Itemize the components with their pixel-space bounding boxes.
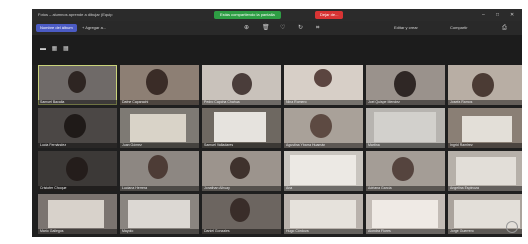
window-title: Fotos – alumnos aprende a dibujar (Equip	[38, 12, 113, 17]
participant-tile[interactable]: Nina Romero	[284, 65, 363, 105]
title-bar: Fotos – alumnos aprende a dibujar (Equip…	[32, 9, 522, 21]
participant-tile[interactable]: Lucia Fernández	[38, 108, 117, 148]
view-bar: ▬ ▦ ▦	[32, 35, 522, 65]
rotate-icon[interactable]: ↻	[298, 21, 303, 35]
participant-tile[interactable]: Ingrid Ramirez	[448, 108, 522, 148]
maximize-icon[interactable]: □	[496, 9, 499, 21]
participant-tile[interactable]: Dafne Caparachi	[120, 65, 199, 105]
participant-tile[interactable]: Alondra Flores	[366, 194, 445, 234]
participant-tile[interactable]: Juan Gómez	[120, 108, 199, 148]
participant-tile[interactable]: Cristofer Choque	[38, 151, 117, 191]
participant-grid: Samuel Bacalla Dafne Caparachi Pedro Cap…	[38, 65, 522, 237]
participant-tile[interactable]: Hugo Córdova	[284, 194, 363, 234]
album-name-button[interactable]: Nombre del álbum	[36, 24, 77, 32]
participant-tile[interactable]: Joel Quispe Mendez	[366, 65, 445, 105]
next-page-chevron-icon[interactable]: ›	[506, 221, 518, 233]
view-mode-icon[interactable]: ▬ ▦ ▦	[40, 45, 71, 52]
favorite-icon[interactable]: ♡	[280, 21, 285, 35]
participant-tile[interactable]: Jonathan Alhuay	[202, 151, 281, 191]
participant-tile[interactable]: Agustina Ybarra Huamán	[284, 108, 363, 148]
participant-tile[interactable]: Angelina Espinoza	[448, 151, 522, 191]
crop-icon[interactable]: ⌗	[316, 21, 319, 35]
zoom-icon[interactable]: ⊕	[244, 21, 249, 35]
participant-tile[interactable]: Mayolo	[120, 194, 199, 234]
add-to-button[interactable]: + Agregar a...	[78, 24, 110, 32]
participant-tile[interactable]: Ana	[284, 151, 363, 191]
share-button[interactable]: Compartir	[450, 21, 468, 35]
participant-tile[interactable]: Mario Gallegos	[38, 194, 117, 234]
participant-tile[interactable]: Pedro Capcha Chahua	[202, 65, 281, 105]
screen: Fotos – alumnos aprende a dibujar (Equip…	[32, 9, 522, 237]
participant-tile[interactable]: Martina	[366, 108, 445, 148]
edit-create-button[interactable]: Editar y crear	[394, 21, 418, 35]
participant-tile[interactable]: Samuel Valladares	[202, 108, 281, 148]
participant-tile[interactable]: Adriana García	[366, 151, 445, 191]
close-icon[interactable]: ✕	[510, 9, 514, 21]
share-status-badge: Estás compartiendo la pantalla	[214, 11, 281, 19]
participant-tile[interactable]: Samuel Bacalla	[38, 65, 117, 105]
print-icon[interactable]: ⎙	[502, 21, 507, 35]
participant-tile[interactable]: Josefa Ramos	[448, 65, 522, 105]
toolbar: Nombre del álbum + Agregar a... ⊕ 🗑 ♡ ↻ …	[32, 21, 522, 35]
minimize-icon[interactable]: –	[482, 9, 485, 21]
stop-sharing-button[interactable]: Dejar de...	[315, 11, 344, 19]
delete-icon[interactable]: 🗑	[262, 21, 270, 35]
participant-tile[interactable]: Daniel Gonzales	[202, 194, 281, 234]
participant-tile[interactable]: Luciana Herrera	[120, 151, 199, 191]
